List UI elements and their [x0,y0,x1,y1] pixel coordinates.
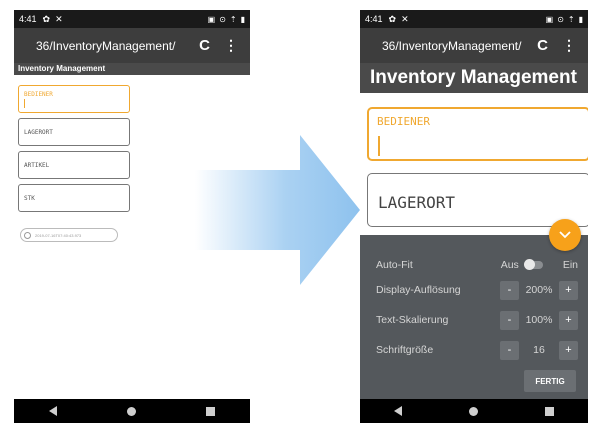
url-text[interactable]: 36/InventoryManagement/ [36,39,199,53]
display-resolution-row: Display-Auflösung - 200% + [376,280,578,300]
auto-fit-off-label: Aus [500,259,519,271]
vpn-icon: ⊙ [557,14,564,24]
display-settings-panel: Auto-Fit Aus Ein Display-Auflösung - 200… [360,235,588,399]
text-scaling-decrease-button[interactable]: - [500,310,519,330]
settings-icon: ✿ [42,13,51,24]
more-vert-icon[interactable]: ⋮ [562,37,576,54]
text-scaling-row: Text-Skalierung - 100% + [376,310,578,330]
text-caret [378,136,380,156]
text-scaling-stepper: - 100% + [500,310,578,330]
home-icon[interactable] [127,406,136,416]
toggle-knob [523,259,535,270]
tools-icon: ✕ [55,13,63,24]
status-bar: 4:41 ✿ ✕ ▣ ⊙ ⇡ ▮ [360,10,588,28]
done-button[interactable]: FERTIG [524,370,576,392]
field-label: BEDIENER [24,91,53,98]
wifi-icon: ⇡ [567,14,575,24]
display-resolution-label: Display-Auflösung [376,284,461,296]
timestamp-text: 2019-07-16T07:40:43.973 [35,232,82,238]
text-caret [24,99,25,108]
field-label: BEDIENER [377,115,430,128]
field-label: LAGERORT [378,193,456,212]
field-label: ARTIKEL [24,162,50,169]
vpn-icon: ⊙ [219,14,226,24]
text-scaling-value: 100% [525,314,553,326]
auto-fit-toggle[interactable] [523,259,543,270]
url-bar[interactable]: 36/InventoryManagement/ C ⋮ [360,28,588,63]
navigation-bar [360,399,588,423]
back-icon[interactable] [393,406,402,416]
font-size-row: Schriftgröße - 16 + [376,340,578,360]
bediener-field[interactable]: BEDIENER [18,85,130,113]
battery-icon: ▮ [578,14,583,24]
phone-screen-right: 4:41 ✿ ✕ ▣ ⊙ ⇡ ▮ 36/InventoryManagement/… [360,10,588,423]
display-resolution-stepper: - 200% + [500,280,578,300]
wifi-icon: ⇡ [229,14,237,24]
url-bar[interactable]: 36/InventoryManagement/ C ⋮ [14,28,250,63]
app-title: Inventory Management [14,63,250,75]
status-time: 4:41 [19,14,37,24]
lagerort-field[interactable]: LAGERORT [367,173,588,227]
url-text[interactable]: 36/InventoryManagement/ [382,39,537,53]
chevron-down-icon [559,231,571,239]
timestamp-chip[interactable]: 2019-07-16T07:40:43.973 [20,228,118,242]
font-size-increase-button[interactable]: + [559,340,578,360]
field-label: STK [24,195,35,202]
status-bar: 4:41 ✿ ✕ ▣ ⊙ ⇡ ▮ [14,10,250,28]
stk-field[interactable]: STK [18,184,130,212]
display-resolution-decrease-button[interactable]: - [500,280,519,300]
collapse-panel-button[interactable] [549,219,581,251]
font-size-decrease-button[interactable]: - [500,340,519,360]
auto-fit-on-label: Ein [562,259,578,271]
reload-icon[interactable]: C [537,37,548,54]
transition-arrow-icon [195,135,360,285]
back-icon[interactable] [49,406,57,416]
cast-icon: ▣ [545,14,554,24]
text-scaling-increase-button[interactable]: + [559,310,578,330]
recents-icon[interactable] [545,406,555,416]
display-resolution-increase-button[interactable]: + [559,280,578,300]
auto-fit-label: Auto-Fit [376,259,413,271]
settings-icon: ✿ [388,13,397,24]
artikel-field[interactable]: ARTIKEL [18,151,130,179]
reload-icon[interactable]: C [199,37,210,54]
recents-icon[interactable] [206,406,215,416]
lagerort-field[interactable]: LAGERORT [18,118,130,146]
battery-icon: ▮ [240,14,245,24]
more-vert-icon[interactable]: ⋮ [224,37,238,54]
text-scaling-label: Text-Skalierung [376,314,449,326]
display-resolution-value: 200% [525,284,553,296]
field-label: LAGERORT [24,129,53,136]
font-size-stepper: - 16 + [500,340,578,360]
bediener-field[interactable]: BEDIENER [367,107,588,161]
cast-icon: ▣ [207,14,216,24]
home-icon[interactable] [468,406,478,416]
app-title: Inventory Management [360,63,588,93]
status-time: 4:41 [365,14,383,24]
navigation-bar [14,399,250,423]
font-size-value: 16 [533,344,545,356]
font-size-label: Schriftgröße [376,344,434,356]
clock-icon [24,231,31,239]
tools-icon: ✕ [401,13,409,24]
auto-fit-row: Auto-Fit Aus Ein [376,255,578,275]
